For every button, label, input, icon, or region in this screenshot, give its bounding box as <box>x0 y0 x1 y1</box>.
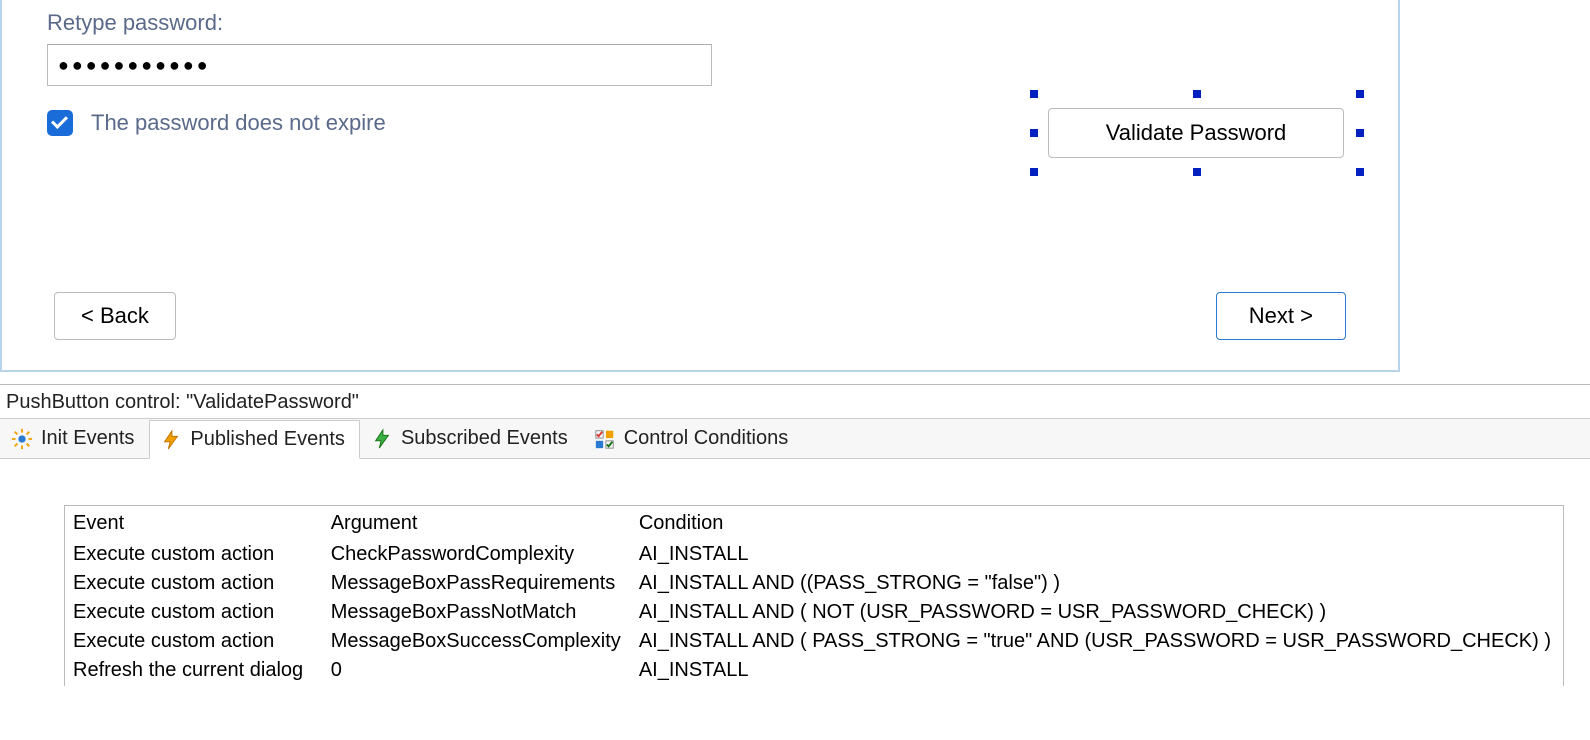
published-events-table[interactable]: Event Argument Condition Execute custom … <box>64 505 1564 686</box>
cell-argument: MessageBoxPassNotMatch <box>325 599 631 626</box>
tab-init-events[interactable]: Init Events <box>0 419 149 458</box>
table-row[interactable]: Execute custom action CheckPasswordCompl… <box>67 541 1561 568</box>
tab-published-events-label: Published Events <box>190 428 345 451</box>
checklist-icon <box>594 428 616 450</box>
table-row[interactable]: Refresh the current dialog 0 AI_INSTALL <box>67 657 1561 684</box>
back-button-label: < Back <box>81 303 149 329</box>
tab-init-events-label: Init Events <box>41 427 134 450</box>
lightning-out-icon <box>160 429 182 451</box>
events-tabstrip: Init Events Published Events Subscribed … <box>0 419 1590 459</box>
tab-subscribed-events-label: Subscribed Events <box>401 427 568 450</box>
validate-password-button[interactable]: Validate Password <box>1048 108 1344 158</box>
cell-event: Execute custom action <box>67 628 323 655</box>
back-button[interactable]: < Back <box>54 292 176 340</box>
cell-event: Execute custom action <box>67 570 323 597</box>
table-header-row: Event Argument Condition <box>67 508 1561 539</box>
retype-password-label: Retype password: <box>47 10 1353 36</box>
cell-argument: MessageBoxPassRequirements <box>325 570 631 597</box>
cell-condition: AI_INSTALL AND ( NOT (USR_PASSWORD = USR… <box>633 599 1561 626</box>
cell-event: Execute custom action <box>67 541 323 568</box>
next-button[interactable]: Next > <box>1216 292 1346 340</box>
resize-handle-ml[interactable] <box>1030 129 1038 137</box>
cell-event: Refresh the current dialog <box>67 657 323 684</box>
col-event-header[interactable]: Event <box>67 508 323 539</box>
resize-handle-tr[interactable] <box>1356 90 1364 98</box>
password-not-expire-checkbox[interactable] <box>47 110 73 136</box>
cell-argument: 0 <box>325 657 631 684</box>
resize-handle-tl[interactable] <box>1030 90 1038 98</box>
dialog-preview-panel: Retype password: ●●●●●●●●●●● The passwor… <box>0 0 1400 372</box>
tab-control-conditions[interactable]: Control Conditions <box>583 419 804 458</box>
tab-control-conditions-label: Control Conditions <box>624 427 789 450</box>
password-not-expire-label: The password does not expire <box>91 110 386 136</box>
resize-handle-tm[interactable] <box>1193 90 1201 98</box>
tab-published-events[interactable]: Published Events <box>149 420 360 459</box>
properties-panel-title: PushButton control: "ValidatePassword" <box>0 385 1590 419</box>
resize-handle-mr[interactable] <box>1356 129 1364 137</box>
cell-event: Execute custom action <box>67 599 323 626</box>
cell-condition: AI_INSTALL <box>633 541 1561 568</box>
table-row[interactable]: Execute custom action MessageBoxSuccessC… <box>67 628 1561 655</box>
password-mask: ●●●●●●●●●●● <box>58 55 211 76</box>
validate-password-label: Validate Password <box>1106 120 1287 146</box>
resize-handle-bl[interactable] <box>1030 168 1038 176</box>
lightning-in-icon <box>371 428 393 450</box>
retype-password-field[interactable]: ●●●●●●●●●●● <box>47 44 712 86</box>
selected-control-wrapper[interactable]: Validate Password <box>1034 94 1360 172</box>
cell-argument: CheckPasswordComplexity <box>325 541 631 568</box>
col-condition-header[interactable]: Condition <box>633 508 1561 539</box>
cell-condition: AI_INSTALL AND ((PASS_STRONG = "false") … <box>633 570 1561 597</box>
wizard-nav-row: < Back Next > <box>54 292 1346 340</box>
next-button-label: Next > <box>1249 303 1313 329</box>
resize-handle-bm[interactable] <box>1193 168 1201 176</box>
table-row[interactable]: Execute custom action MessageBoxPassNotM… <box>67 599 1561 626</box>
cell-condition: AI_INSTALL AND ( PASS_STRONG = "true" AN… <box>633 628 1561 655</box>
cell-argument: MessageBoxSuccessComplexity <box>325 628 631 655</box>
cell-condition: AI_INSTALL <box>633 657 1561 684</box>
table-row[interactable]: Execute custom action MessageBoxPassRequ… <box>67 570 1561 597</box>
gear-icon <box>11 428 33 450</box>
tab-subscribed-events[interactable]: Subscribed Events <box>360 419 583 458</box>
resize-handle-br[interactable] <box>1356 168 1364 176</box>
col-argument-header[interactable]: Argument <box>325 508 631 539</box>
